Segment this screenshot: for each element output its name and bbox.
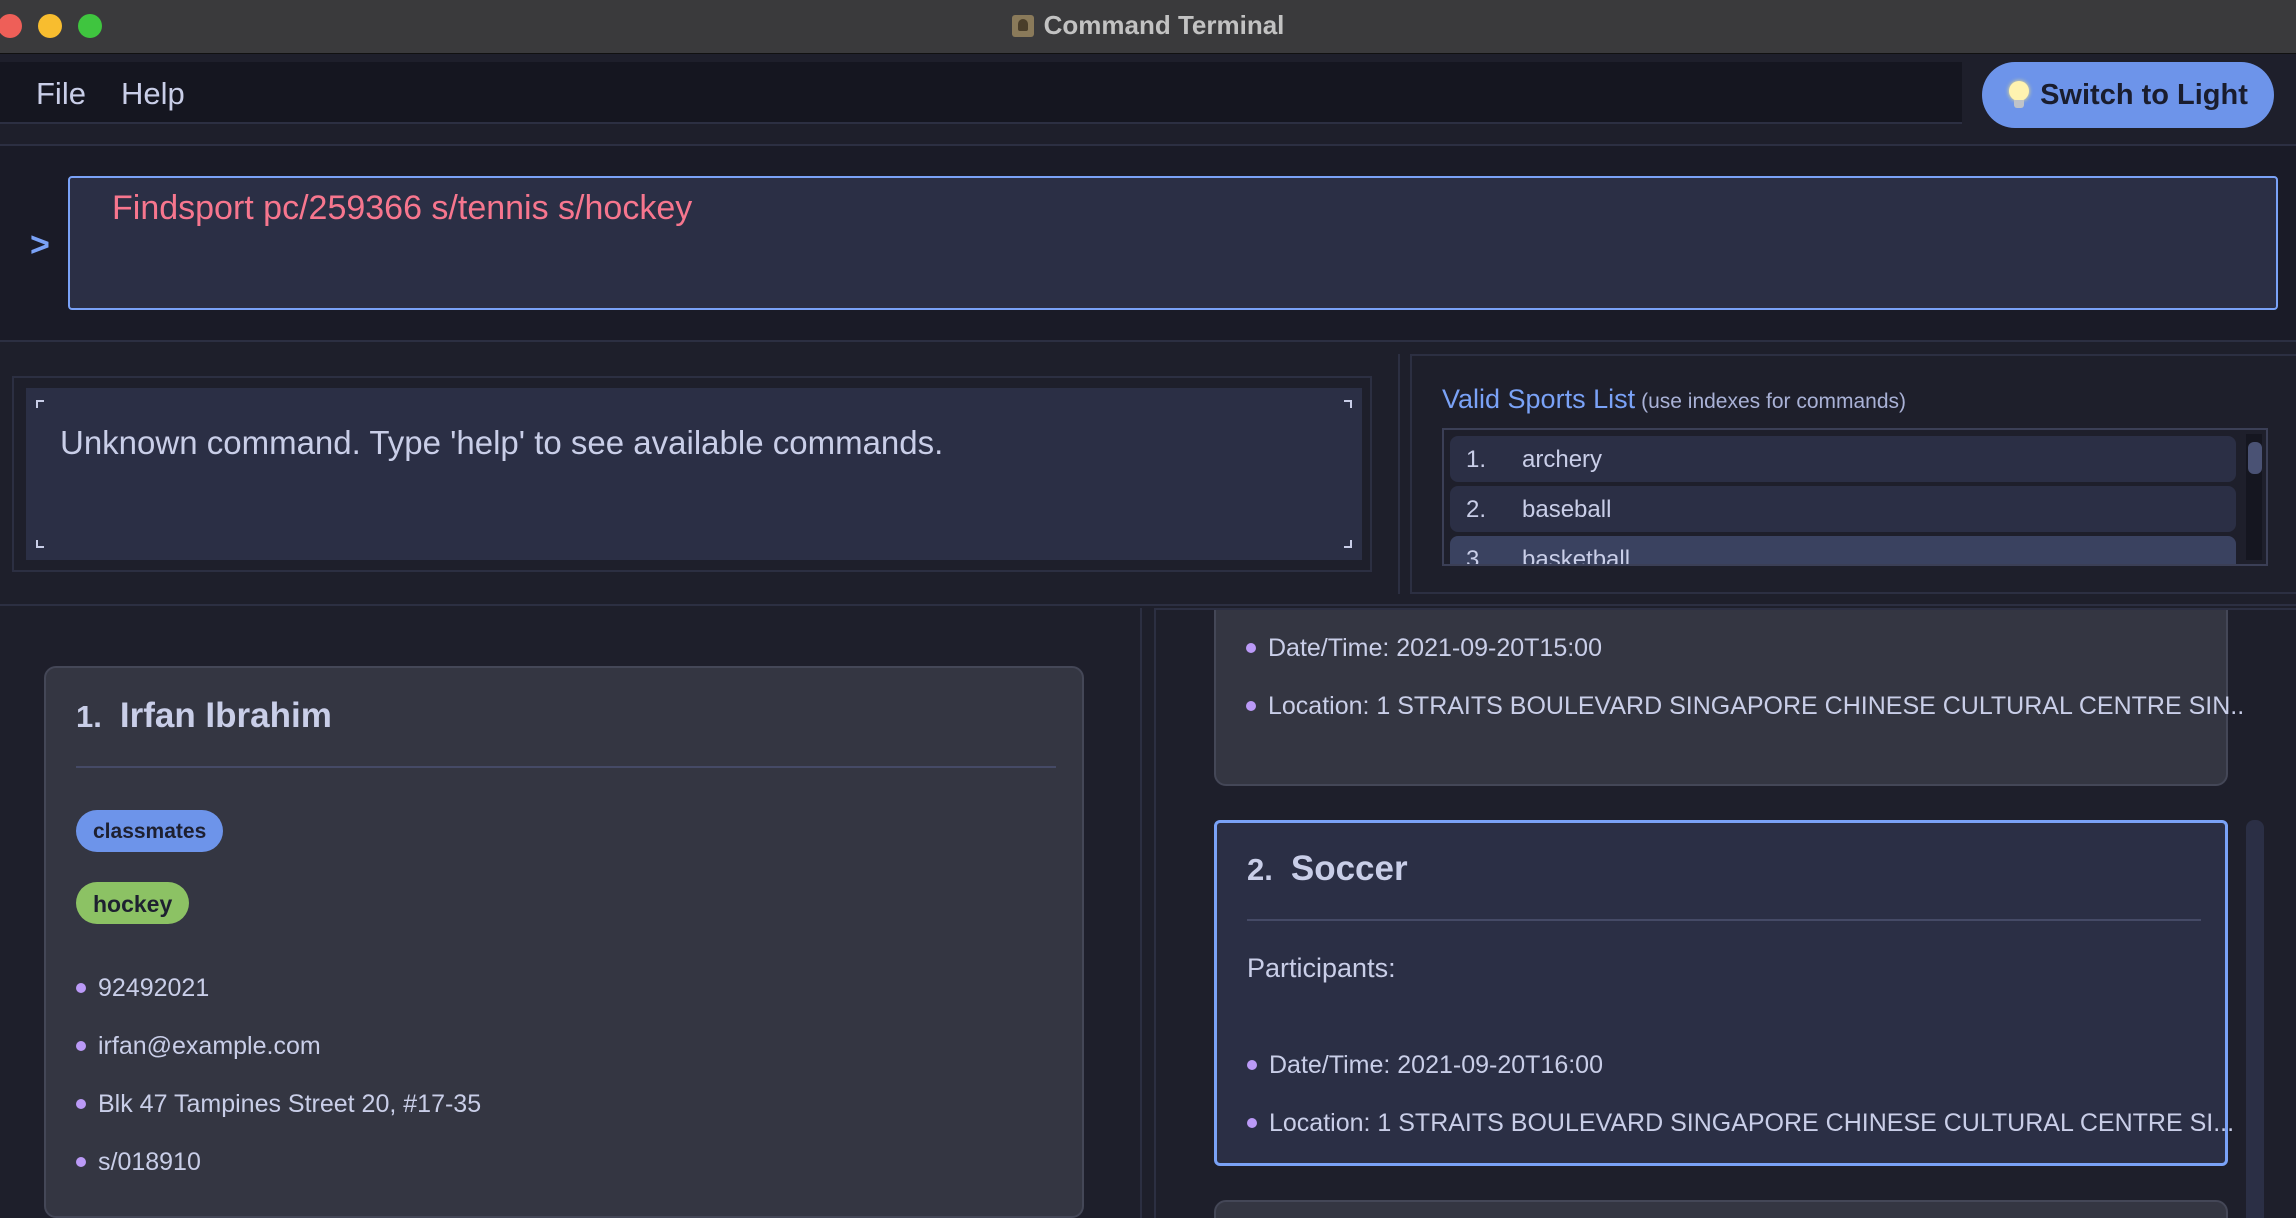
resize-corner-icon: [1344, 400, 1352, 408]
bullet-icon: [76, 1157, 86, 1167]
menu-file[interactable]: File: [36, 76, 86, 112]
participants-label: Participants:: [1247, 953, 1396, 983]
person-card-header: 1. Irfan Ibrahim: [76, 696, 332, 736]
tag-badge: classmates: [76, 810, 224, 852]
command-input[interactable]: [68, 176, 2278, 310]
prompt-icon: >: [30, 226, 50, 264]
result-message: Unknown command. Type 'help' to see avai…: [60, 424, 944, 461]
sport-name: archery: [1522, 446, 1603, 473]
event-index: 2.: [1247, 852, 1273, 887]
sport-name: baseball: [1522, 496, 1612, 523]
event-location: Location: 1 STRAITS BOULEVARD SINGAPORE …: [1269, 1109, 2235, 1137]
person-postal: s/018910: [98, 1148, 201, 1176]
bullet-icon: [76, 983, 86, 993]
switch-theme-label: Switch to Light: [2040, 78, 2248, 111]
event-card[interactable]: Date/Time: 2021-09-20T15:00 Location: 1 …: [1214, 610, 2251, 786]
window-title: Command Terminal: [1043, 10, 1285, 40]
person-email: irfan@example.com: [98, 1032, 321, 1060]
person-index: 1.: [76, 699, 102, 734]
event-datetime-row: Date/Time: 2021-09-20T15:00: [1246, 634, 1602, 663]
bullet-icon: [76, 1099, 86, 1109]
title-bar: Command Terminal: [0, 0, 2296, 54]
command-section: >: [0, 144, 2296, 342]
event-location-row: Location: 1 STRAITS BOULEVARD SINGAPORE …: [1246, 692, 2251, 721]
person-address-row: Blk 47 Tampines Street 20, #17-35: [76, 1090, 481, 1119]
sports-scrollbar-thumb[interactable]: [2248, 442, 2262, 474]
switch-theme-button[interactable]: Switch to Light: [1982, 62, 2274, 128]
event-location: Location: 1 STRAITS BOULEVARD SINGAPORE …: [1268, 692, 2252, 720]
bullet-icon: [1246, 701, 1256, 711]
horizontal-divider: [0, 604, 2296, 606]
sport-index: 1.: [1466, 446, 1487, 473]
menu-bar: File Help: [0, 62, 1962, 124]
card-divider: [76, 766, 1056, 768]
lightbulb-icon: [2008, 81, 2030, 109]
event-card-header: 2. Soccer: [1247, 849, 1408, 889]
sports-panel: Valid Sports List (use indexes for comman…: [1410, 354, 2296, 594]
event-datetime-row: Date/Time: 2021-09-20T16:00: [1247, 1051, 1603, 1080]
sports-panel-subtitle: (use indexes for commands): [1641, 390, 1907, 413]
person-email-row: irfan@example.com: [76, 1032, 321, 1061]
sport-tag-badge: hockey: [76, 882, 190, 924]
event-card-selected[interactable]: 2. Soccer Participants: Date/Time: 2021-0…: [1214, 820, 2234, 1166]
sport-name: basketball: [1522, 546, 1631, 566]
event-datetime: Date/Time: 2021-09-20T15:00: [1268, 634, 1602, 662]
sport-index: 3.: [1466, 546, 1487, 566]
sports-panel-header: Valid Sports List (use indexes for comman…: [1442, 384, 1906, 415]
sport-item[interactable]: 1. archery: [1450, 436, 2236, 482]
person-card[interactable]: 1. Irfan Ibrahim classmates hockey 924920…: [44, 666, 1084, 1218]
sports-scrollbar[interactable]: [2246, 434, 2262, 560]
person-name: Irfan Ibrahim: [119, 696, 332, 735]
event-list-pane: Date/Time: 2021-09-20T15:00 Location: 1 …: [1154, 608, 2296, 1218]
sports-panel-title: Valid Sports List: [1442, 384, 1636, 414]
resize-corner-icon: [36, 540, 44, 548]
person-postal-row: s/018910: [76, 1148, 201, 1177]
event-name: Soccer: [1290, 849, 1408, 888]
event-datetime: Date/Time: 2021-09-20T16:00: [1269, 1051, 1603, 1079]
split-divider[interactable]: [1398, 354, 1400, 594]
event-scrollbar[interactable]: [2244, 650, 2268, 1218]
person-address: Blk 47 Tampines Street 20, #17-35: [98, 1090, 482, 1118]
window-title-wrap: Command Terminal: [0, 10, 2296, 41]
app-icon: [1011, 15, 1034, 37]
event-card[interactable]: [1214, 1200, 2228, 1218]
result-display[interactable]: Unknown command. Type 'help' to see avai…: [26, 388, 1362, 560]
bullet-icon: [76, 1041, 86, 1051]
menu-help[interactable]: Help: [121, 76, 185, 112]
person-phone-row: 92492021: [76, 974, 209, 1003]
sport-item-selected[interactable]: 3. basketball: [1450, 536, 2236, 566]
bullet-icon: [1247, 1118, 1257, 1128]
person-phone: 92492021: [98, 974, 210, 1002]
sports-list[interactable]: 1. archery 2. baseball 3. basketball: [1442, 428, 2268, 566]
bullet-icon: [1247, 1060, 1257, 1070]
sport-item[interactable]: 2. baseball: [1450, 486, 2236, 532]
resize-corner-icon: [1344, 540, 1352, 548]
event-location-row: Location: 1 STRAITS BOULEVARD SINGAPORE …: [1247, 1109, 2234, 1138]
result-display-panel: Unknown command. Type 'help' to see avai…: [12, 376, 1372, 572]
sport-index: 2.: [1466, 496, 1487, 523]
card-divider: [1247, 919, 2201, 921]
resize-corner-icon: [36, 400, 44, 408]
bullet-icon: [1246, 643, 1256, 653]
event-scrollbar-thumb[interactable]: [2246, 820, 2264, 1218]
person-list-pane: 1. Irfan Ibrahim classmates hockey 924920…: [0, 608, 1142, 1218]
